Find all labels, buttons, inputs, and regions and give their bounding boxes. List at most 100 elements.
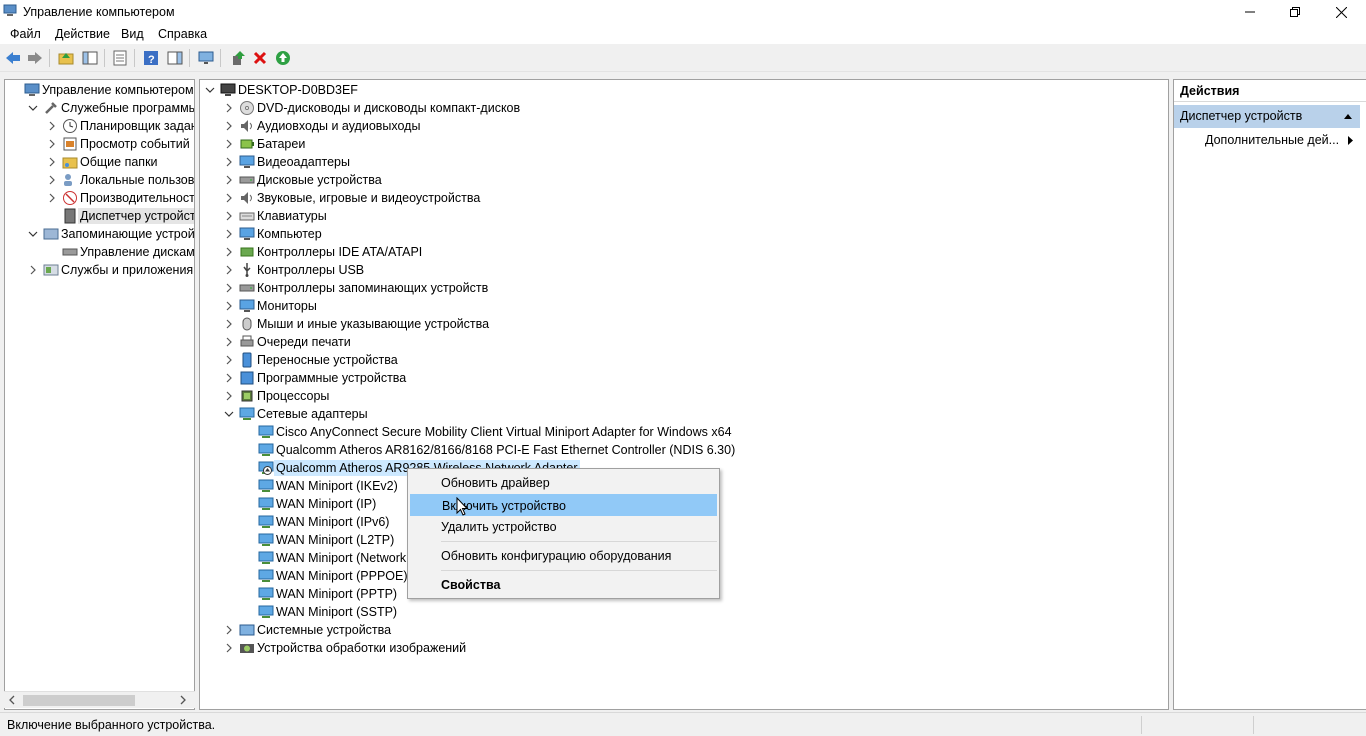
chevron-right-icon[interactable]: [224, 283, 234, 293]
console-tree-item[interactable]: Планировщик заданий: [47, 117, 194, 135]
network-adapter-item[interactable]: Qualcomm Atheros AR8162/8166/8168 PCI-E …: [243, 441, 737, 459]
chevron-down-icon[interactable]: [28, 229, 38, 239]
horizontal-scrollbar[interactable]: [4, 691, 195, 708]
update-driver-button[interactable]: [229, 49, 247, 67]
actions-section-device-manager[interactable]: Диспетчер устройств: [1174, 105, 1360, 128]
chevron-right-icon[interactable]: [47, 175, 57, 185]
scroll-left-icon[interactable]: [8, 695, 16, 705]
chevron-right-icon[interactable]: [224, 337, 234, 347]
menu-uninstall-device[interactable]: Удалить устройство: [410, 516, 717, 538]
console-tree-item[interactable]: Просмотр событий: [47, 135, 192, 153]
chevron-right-icon[interactable]: [224, 229, 234, 239]
chevron-right-icon[interactable]: [28, 265, 38, 275]
chevron-right-icon[interactable]: [224, 139, 234, 149]
chevron-right-icon[interactable]: [224, 157, 234, 167]
chevron-right-icon[interactable]: [224, 625, 234, 635]
chevron-right-icon[interactable]: [224, 355, 234, 365]
device-category[interactable]: Дисковые устройства: [224, 171, 384, 189]
console-tree-item[interactable]: Производительность: [47, 189, 194, 207]
device-category[interactable]: DVD-дисководы и дисководы компакт-дисков: [224, 99, 522, 117]
device-tree-root[interactable]: DESKTOP-D0BD3EF: [205, 81, 360, 99]
device-category[interactable]: Аудиовходы и аудиовыходы: [224, 117, 422, 135]
device-tree[interactable]: DESKTOP-D0BD3EF DVD-дисководы и дисководы…: [199, 79, 1169, 710]
chevron-right-icon[interactable]: [47, 193, 57, 203]
menu-file[interactable]: Файл: [10, 27, 41, 41]
scan-hardware-button[interactable]: [197, 49, 215, 67]
enable-device-button[interactable]: [274, 49, 292, 67]
chevron-right-icon[interactable]: [224, 373, 234, 383]
uninstall-device-button[interactable]: [251, 49, 269, 67]
show-hide-action-pane-button[interactable]: [166, 49, 184, 67]
chevron-down-icon[interactable]: [28, 103, 38, 113]
properties-button[interactable]: [111, 49, 129, 67]
minimize-button[interactable]: [1227, 0, 1273, 24]
device-category[interactable]: Клавиатуры: [224, 207, 329, 225]
chevron-right-icon[interactable]: [47, 157, 57, 167]
device-category[interactable]: Системные устройства: [224, 621, 393, 639]
chevron-right-icon[interactable]: [224, 193, 234, 203]
device-category[interactable]: Устройства обработки изображений: [224, 639, 468, 657]
menu-help[interactable]: Справка: [158, 27, 207, 41]
chevron-right-icon[interactable]: [224, 301, 234, 311]
scroll-right-icon[interactable]: [179, 695, 187, 705]
more-actions-link[interactable]: Дополнительные дей...: [1205, 133, 1339, 147]
device-category[interactable]: Звуковые, игровые и видеоустройства: [224, 189, 482, 207]
chevron-right-icon[interactable]: [224, 643, 234, 653]
menu-properties[interactable]: Свойства: [410, 574, 717, 596]
menu-scan-hardware[interactable]: Обновить конфигурацию оборудования: [410, 545, 717, 567]
console-tree-item[interactable]: Запоминающие устройст: [28, 225, 194, 243]
chevron-down-icon[interactable]: [205, 85, 215, 95]
device-category[interactable]: Переносные устройства: [224, 351, 400, 369]
device-category[interactable]: Компьютер: [224, 225, 324, 243]
chevron-down-icon[interactable]: [224, 409, 234, 419]
submenu-arrow-icon[interactable]: [1347, 136, 1353, 145]
console-tree-item[interactable]: Служебные программы: [28, 99, 194, 117]
console-tree-item[interactable]: Диспетчер устройств: [47, 207, 194, 225]
chevron-right-icon[interactable]: [224, 211, 234, 221]
chevron-right-icon[interactable]: [47, 121, 57, 131]
network-adapter-item[interactable]: Cisco AnyConnect Secure Mobility Client …: [243, 423, 734, 441]
collapse-up-icon[interactable]: [1344, 113, 1352, 119]
menu-view[interactable]: Вид: [121, 27, 144, 41]
network-adapter-item[interactable]: WAN Miniport (SSTP): [243, 603, 399, 621]
chevron-right-icon[interactable]: [224, 265, 234, 275]
device-category[interactable]: Процессоры: [224, 387, 331, 405]
menu-update-driver[interactable]: Обновить драйвер: [410, 472, 717, 494]
menu-action[interactable]: Действие: [55, 27, 110, 41]
device-category[interactable]: Контроллеры запоминающих устройств: [224, 279, 490, 297]
device-category[interactable]: Мониторы: [224, 297, 319, 315]
console-tree-item[interactable]: Управление дисками: [47, 243, 194, 261]
device-category[interactable]: Мыши и иные указывающие устройства: [224, 315, 491, 333]
network-adapter-item[interactable]: WAN Miniport (IKEv2): [243, 477, 400, 495]
restore-button[interactable]: [1272, 0, 1318, 24]
chevron-right-icon[interactable]: [224, 103, 234, 113]
close-button[interactable]: [1318, 0, 1364, 24]
forward-button[interactable]: [26, 49, 44, 67]
network-adapter-item[interactable]: WAN Miniport (L2TP): [243, 531, 396, 549]
up-folder-button[interactable]: [57, 49, 75, 67]
network-adapter-item[interactable]: WAN Miniport (PPTP): [243, 585, 399, 603]
chevron-right-icon[interactable]: [224, 121, 234, 131]
console-tree-item[interactable]: Локальные пользовате: [47, 171, 194, 189]
chevron-right-icon[interactable]: [224, 319, 234, 329]
network-adapter-item[interactable]: WAN Miniport (PPPOE): [243, 567, 410, 585]
console-tree-item[interactable]: Общие папки: [47, 153, 160, 171]
chevron-right-icon[interactable]: [47, 139, 57, 149]
console-tree[interactable]: Управление компьютером (л Служебные прогр…: [4, 79, 195, 710]
network-adapter-item[interactable]: WAN Miniport (IP): [243, 495, 378, 513]
device-category[interactable]: Батареи: [224, 135, 307, 153]
chevron-right-icon[interactable]: [224, 247, 234, 257]
device-category[interactable]: Очереди печати: [224, 333, 353, 351]
console-tree-item[interactable]: Управление компьютером (л: [9, 81, 194, 99]
device-category[interactable]: Контроллеры IDE ATA/ATAPI: [224, 243, 424, 261]
device-category[interactable]: Контроллеры USB: [224, 261, 366, 279]
network-adapter-item[interactable]: WAN Miniport (IPv6): [243, 513, 391, 531]
scrollbar-thumb[interactable]: [23, 695, 135, 706]
chevron-right-icon[interactable]: [224, 391, 234, 401]
help-button[interactable]: ?: [142, 49, 160, 67]
chevron-right-icon[interactable]: [224, 175, 234, 185]
device-category-network[interactable]: Сетевые адаптеры: [224, 405, 370, 423]
console-tree-item[interactable]: Службы и приложения: [28, 261, 194, 279]
device-category[interactable]: Программные устройства: [224, 369, 408, 387]
back-button[interactable]: [4, 49, 22, 67]
